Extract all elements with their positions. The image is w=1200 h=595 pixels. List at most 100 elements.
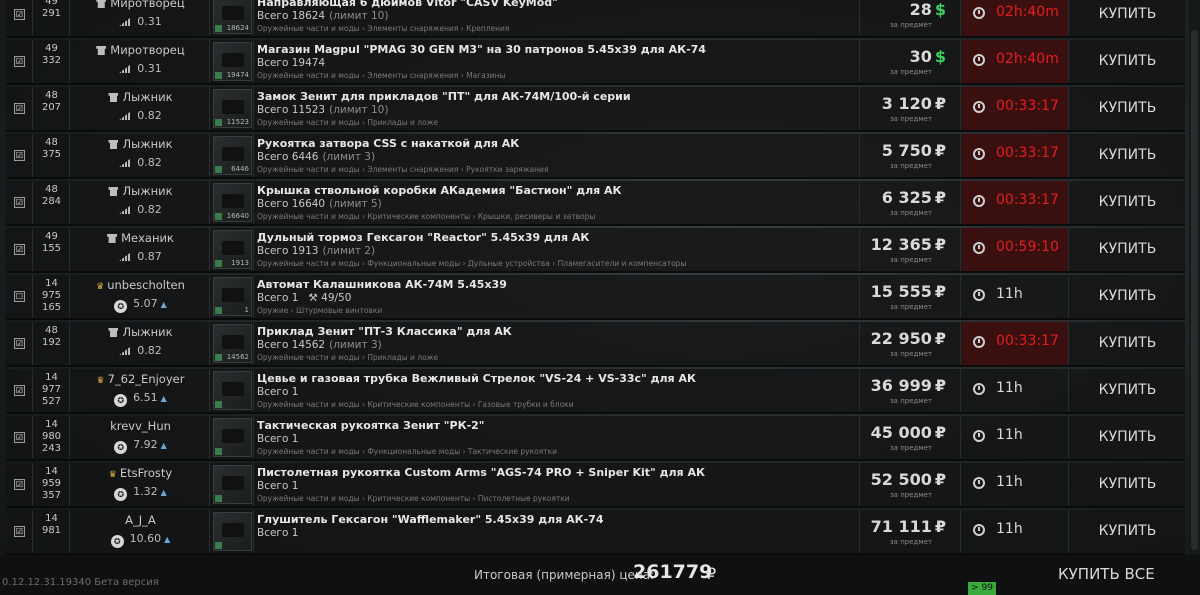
select-checkbox[interactable]: ☑ (14, 103, 25, 114)
item-thumbnail-cell[interactable] (211, 369, 254, 412)
seller-cell[interactable]: ♛ 7_62_Enjoyer ✪ 6.51 ▲ (71, 369, 210, 412)
item-thumbnail[interactable] (213, 512, 252, 551)
seller-cell[interactable]: Лыжник 0.82 (71, 181, 210, 224)
item-title[interactable]: Автомат Калашникова АК-74М 5.45x39 (257, 278, 507, 291)
buy-cell[interactable]: КУПИТЬ (1070, 228, 1185, 271)
item-thumbnail[interactable]: 16640 (213, 183, 252, 222)
buy-cell[interactable]: КУПИТЬ (1070, 369, 1185, 412)
seller-name[interactable]: Миротворец (110, 43, 184, 57)
buy-cell[interactable]: КУПИТЬ (1070, 416, 1185, 459)
buy-button[interactable]: КУПИТЬ (1070, 147, 1185, 163)
select-cell[interactable]: ☑ (6, 510, 33, 553)
select-cell[interactable]: ☑ (6, 369, 33, 412)
item-thumbnail[interactable]: 11523 (213, 89, 252, 128)
item-thumbnail[interactable]: 6446 (213, 136, 252, 175)
seller-name[interactable]: Лыжник (122, 137, 172, 151)
buy-cell[interactable]: КУПИТЬ (1070, 40, 1185, 83)
seller-cell[interactable]: Лыжник 0.82 (71, 322, 210, 365)
buy-button[interactable]: КУПИТЬ (1070, 429, 1185, 445)
select-cell[interactable]: ☑ (6, 134, 33, 177)
buy-button[interactable]: КУПИТЬ (1070, 241, 1185, 257)
select-cell[interactable]: ☑ (6, 40, 33, 83)
select-checkbox[interactable]: ☑ (14, 432, 25, 443)
buy-button[interactable]: КУПИТЬ (1070, 6, 1185, 22)
seller-name[interactable]: Лыжник (122, 90, 172, 104)
item-thumbnail-cell[interactable] (211, 463, 254, 506)
buy-button[interactable]: КУПИТЬ (1070, 100, 1185, 116)
select-cell[interactable]: ☑ (6, 181, 33, 224)
item-thumbnail[interactable] (213, 371, 252, 410)
item-title[interactable]: Рукоятка затвора CSS с накаткой для АК (257, 137, 519, 150)
item-title[interactable]: Пистолетная рукоятка Custom Arms "AGS-74… (257, 466, 705, 479)
buy-cell[interactable]: КУПИТЬ (1070, 322, 1185, 365)
item-thumbnail[interactable]: 19474 (213, 42, 252, 81)
seller-name[interactable]: unbescholten (107, 278, 185, 292)
seller-name[interactable]: Механик (121, 231, 174, 245)
item-thumbnail-cell[interactable] (211, 510, 254, 553)
item-title[interactable]: Магазин Magpul "PMAG 30 GEN M3" на 30 па… (257, 43, 706, 56)
item-thumbnail-cell[interactable]: 11523 (211, 87, 254, 130)
seller-name[interactable]: EtsFrosty (120, 466, 172, 480)
seller-cell[interactable]: ♛ unbescholten ✪ 5.07 ▲ (71, 275, 210, 318)
item-thumbnail-cell[interactable]: 14562 (211, 322, 254, 365)
item-thumbnail-cell[interactable]: 19474 (211, 40, 254, 83)
seller-cell[interactable]: Миротворец 0.31 (71, 0, 210, 36)
item-thumbnail[interactable] (213, 418, 252, 457)
seller-name[interactable]: Миротворец (110, 0, 184, 10)
item-title[interactable]: Замок Зенит для прикладов "ПТ" для АК-74… (257, 90, 631, 103)
select-checkbox[interactable]: ☑ (14, 244, 25, 255)
select-cell[interactable]: ☑ (6, 416, 33, 459)
buy-button[interactable]: КУПИТЬ (1070, 476, 1185, 492)
select-checkbox[interactable]: ☑ (14, 385, 25, 396)
item-title[interactable]: Дульный тормоз Гексагон "Reactor" 5.45x3… (257, 231, 589, 244)
item-thumbnail-cell[interactable] (211, 416, 254, 459)
buy-cell[interactable]: КУПИТЬ (1070, 87, 1185, 130)
seller-name[interactable]: Лыжник (122, 325, 172, 339)
seller-name[interactable]: krevv_Hun (110, 419, 171, 433)
seller-cell[interactable]: A_J_A ✪ 10.60 ▲ (71, 510, 210, 553)
seller-cell[interactable]: Лыжник 0.82 (71, 87, 210, 130)
item-thumbnail-cell[interactable]: 16640 (211, 181, 254, 224)
buy-button[interactable]: КУПИТЬ (1070, 53, 1185, 69)
seller-cell[interactable]: Лыжник 0.82 (71, 134, 210, 177)
item-thumbnail[interactable]: 1913 (213, 230, 252, 269)
buy-cell[interactable]: КУПИТЬ (1070, 134, 1185, 177)
seller-cell[interactable]: krevv_Hun ✪ 7.92 ▲ (71, 416, 210, 459)
select-checkbox[interactable]: ☑ (14, 197, 25, 208)
item-thumbnail[interactable]: 18624 (213, 0, 252, 34)
item-title[interactable]: Крышка ствольной коробки АКадемия "Басти… (257, 184, 622, 197)
buy-button[interactable]: КУПИТЬ (1070, 194, 1185, 210)
select-checkbox[interactable]: ☑ (14, 479, 25, 490)
item-title[interactable]: Приклад Зенит "ПТ-3 Классика" для АК (257, 325, 512, 338)
select-checkbox[interactable]: ☑ (14, 338, 25, 349)
item-title[interactable]: Тактическая рукоятка Зенит "РК-2" (257, 419, 485, 432)
buy-button[interactable]: КУПИТЬ (1070, 288, 1185, 304)
select-checkbox[interactable]: ☑ (14, 150, 25, 161)
item-thumbnail-cell[interactable]: 1 (211, 275, 254, 318)
item-thumbnail-cell[interactable]: 18624 (211, 0, 254, 36)
seller-name[interactable]: 7_62_Enjoyer (108, 372, 185, 386)
item-thumbnail-cell[interactable]: 1913 (211, 228, 254, 271)
scrollbar-thumb[interactable] (1191, 30, 1198, 550)
item-title[interactable]: Цевье и газовая трубка Вежливый Стрелок … (257, 372, 696, 385)
item-thumbnail[interactable]: 14562 (213, 324, 252, 363)
buy-cell[interactable]: КУПИТЬ (1070, 463, 1185, 506)
seller-cell[interactable]: ♛ EtsFrosty ✪ 1.32 ▲ (71, 463, 210, 506)
buy-cell[interactable]: КУПИТЬ (1070, 0, 1185, 36)
seller-name[interactable]: A_J_A (125, 513, 156, 527)
select-cell[interactable]: ☑ (6, 87, 33, 130)
buy-button[interactable]: КУПИТЬ (1070, 382, 1185, 398)
buy-cell[interactable]: КУПИТЬ (1070, 181, 1185, 224)
select-cell[interactable]: ☐ (6, 275, 33, 318)
item-title[interactable]: Глушитель Гексагон "Wafflemaker" 5.45x39… (257, 513, 603, 526)
seller-cell[interactable]: Механик 0.87 (71, 228, 210, 271)
item-title[interactable]: Направляющая 6 дюймов Vltor "CASV KeyMod… (257, 0, 558, 9)
item-thumbnail[interactable]: 1 (213, 277, 252, 316)
buy-all-button[interactable]: КУПИТЬ ВСЕ (1058, 565, 1155, 583)
select-cell[interactable]: ☑ (6, 463, 33, 506)
select-cell[interactable]: ☑ (6, 228, 33, 271)
select-checkbox[interactable]: ☐ (14, 291, 25, 302)
seller-cell[interactable]: Миротворец 0.31 (71, 40, 210, 83)
buy-button[interactable]: КУПИТЬ (1070, 335, 1185, 351)
select-checkbox[interactable]: ☑ (14, 9, 25, 20)
